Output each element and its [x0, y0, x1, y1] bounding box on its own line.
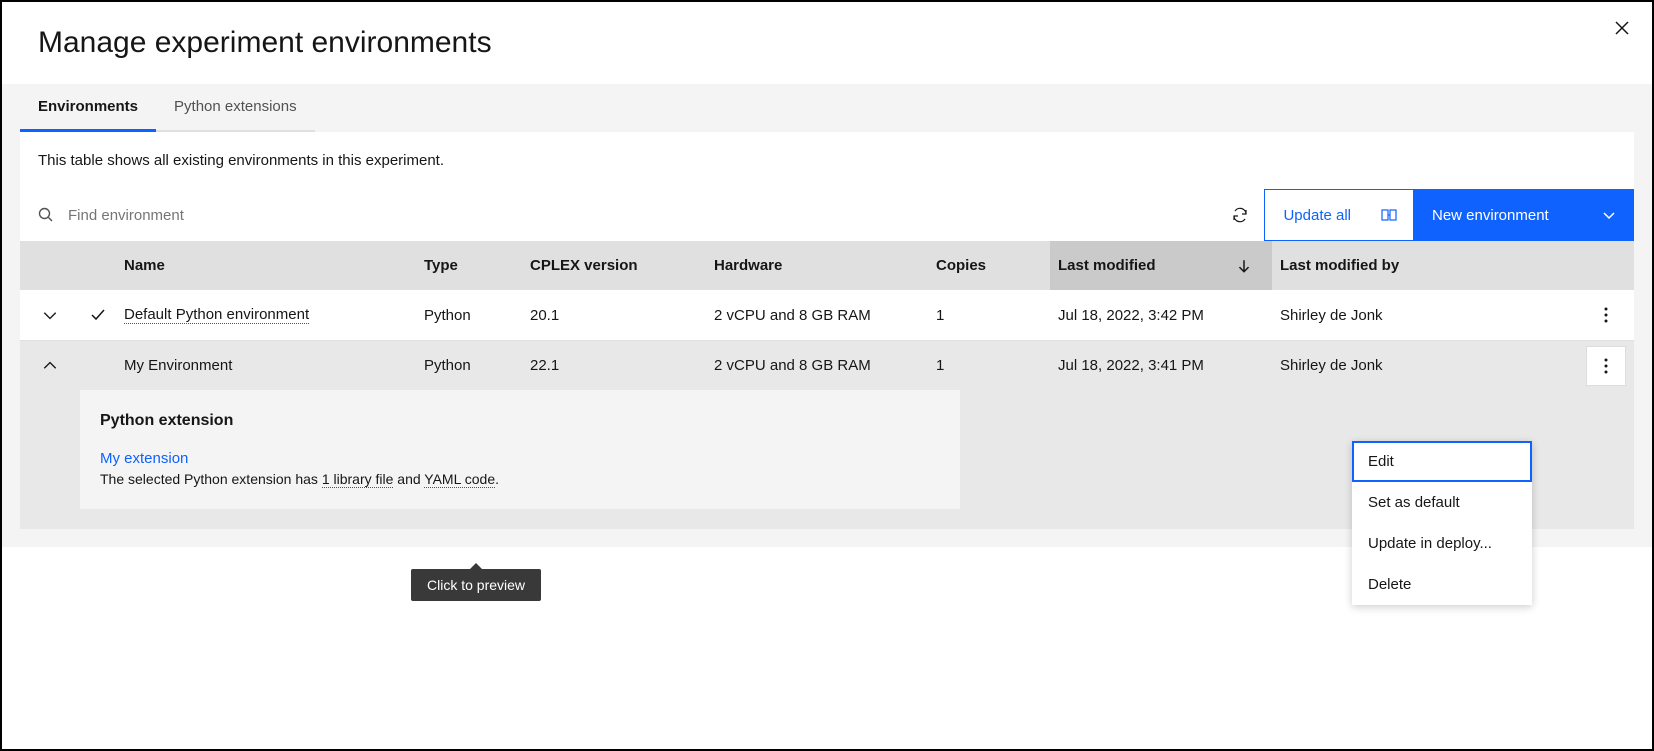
search-area: [20, 193, 1216, 238]
close-icon: [1614, 20, 1630, 36]
cell-actions: [1578, 290, 1634, 340]
cell-hardware: 2 vCPU and 8 GB RAM: [706, 341, 928, 390]
page-title: Manage experiment environments: [38, 26, 492, 60]
tooltip-text: Click to preview: [427, 577, 525, 593]
env-name-link[interactable]: Default Python environment: [124, 306, 309, 324]
header-name[interactable]: Name: [116, 241, 416, 290]
update-all-label: Update all: [1283, 207, 1351, 224]
checkmark-icon: [90, 307, 106, 323]
kebab-icon: [1604, 358, 1608, 374]
tooltip: Click to preview: [411, 569, 541, 601]
search-icon: [38, 207, 54, 223]
cell-copies: 1: [928, 341, 1050, 390]
header-last-modified[interactable]: Last modified: [1050, 241, 1272, 290]
header-type[interactable]: Type: [416, 241, 522, 290]
cell-type: Python: [416, 290, 522, 340]
cell-actions: [1578, 341, 1634, 390]
header-last-modified-label: Last modified: [1058, 257, 1156, 274]
panel-description: This table shows all existing environmen…: [20, 132, 1634, 189]
cell-modified: Jul 18, 2022, 3:41 PM: [1050, 341, 1272, 390]
search-input[interactable]: [68, 193, 1216, 238]
cell-hardware: 2 vCPU and 8 GB RAM: [706, 290, 928, 340]
table-row: Default Python environment Python 20.1 2…: [20, 290, 1634, 341]
new-environment-button[interactable]: New environment: [1414, 189, 1634, 241]
row-actions-button[interactable]: [1586, 346, 1626, 386]
header-col-expand: [20, 241, 80, 290]
default-check: [80, 290, 116, 340]
header-cplex[interactable]: CPLEX version: [522, 241, 706, 290]
row-context-menu: Edit Set as default Update in deploy... …: [1352, 441, 1532, 605]
extension-card-title: Python extension: [100, 412, 940, 430]
update-icon: [1381, 207, 1397, 223]
extension-description: The selected Python extension has 1 libr…: [100, 471, 940, 487]
library-file-link[interactable]: 1 library file: [322, 471, 394, 488]
refresh-button[interactable]: [1216, 191, 1264, 239]
menu-item-update-deploy[interactable]: Update in deploy...: [1352, 523, 1532, 564]
tab-environments[interactable]: Environments: [20, 84, 156, 132]
ext-desc-suffix: .: [495, 471, 499, 487]
header-copies[interactable]: Copies: [928, 241, 1050, 290]
menu-item-edit[interactable]: Edit: [1352, 441, 1532, 482]
cell-type: Python: [416, 341, 522, 390]
extension-card: Python extension My extension The select…: [80, 390, 960, 509]
refresh-icon: [1232, 207, 1248, 223]
ext-desc-prefix: The selected Python extension has: [100, 471, 322, 487]
toolbar: Update all New environment: [20, 189, 1634, 241]
kebab-icon: [1604, 307, 1608, 323]
menu-item-set-default[interactable]: Set as default: [1352, 482, 1532, 523]
table-row: My Environment Python 22.1 2 vCPU and 8 …: [20, 341, 1634, 390]
cell-copies: 1: [928, 290, 1050, 340]
cell-modified: Jul 18, 2022, 3:42 PM: [1050, 290, 1272, 340]
cell-cplex: 20.1: [522, 290, 706, 340]
expand-toggle[interactable]: [20, 341, 80, 390]
table-header: Name Type CPLEX version Hardware Copies …: [20, 241, 1634, 290]
chevron-down-icon: [1602, 208, 1616, 222]
expand-toggle[interactable]: [20, 290, 80, 340]
cell-name: My Environment: [116, 341, 416, 390]
tabs-container: Environments Python extensions: [2, 84, 1652, 132]
tab-python-extensions[interactable]: Python extensions: [156, 84, 315, 132]
cell-name: Default Python environment: [116, 290, 416, 340]
default-check: [80, 341, 116, 390]
chevron-down-icon: [42, 307, 58, 323]
ext-desc-and: and: [393, 471, 424, 487]
page-header: Manage experiment environments: [2, 2, 1652, 84]
header-col-check: [80, 241, 116, 290]
header-col-actions: [1578, 241, 1634, 290]
update-all-button[interactable]: Update all: [1264, 189, 1414, 241]
yaml-code-link[interactable]: YAML code: [424, 471, 495, 488]
row-actions-button[interactable]: [1586, 295, 1626, 335]
sort-arrow-down-icon: [1236, 258, 1252, 274]
chevron-up-icon: [42, 358, 58, 374]
cell-cplex: 22.1: [522, 341, 706, 390]
extension-link[interactable]: My extension: [100, 450, 188, 467]
cell-modified-by: Shirley de Jonk: [1272, 290, 1578, 340]
close-button[interactable]: [1612, 18, 1632, 38]
header-hardware[interactable]: Hardware: [706, 241, 928, 290]
menu-item-delete[interactable]: Delete: [1352, 564, 1532, 605]
toolbar-actions: Update all New environment: [1216, 189, 1634, 241]
header-last-modified-by[interactable]: Last modified by: [1272, 241, 1578, 290]
cell-modified-by: Shirley de Jonk: [1272, 341, 1578, 390]
new-environment-label: New environment: [1432, 207, 1549, 224]
